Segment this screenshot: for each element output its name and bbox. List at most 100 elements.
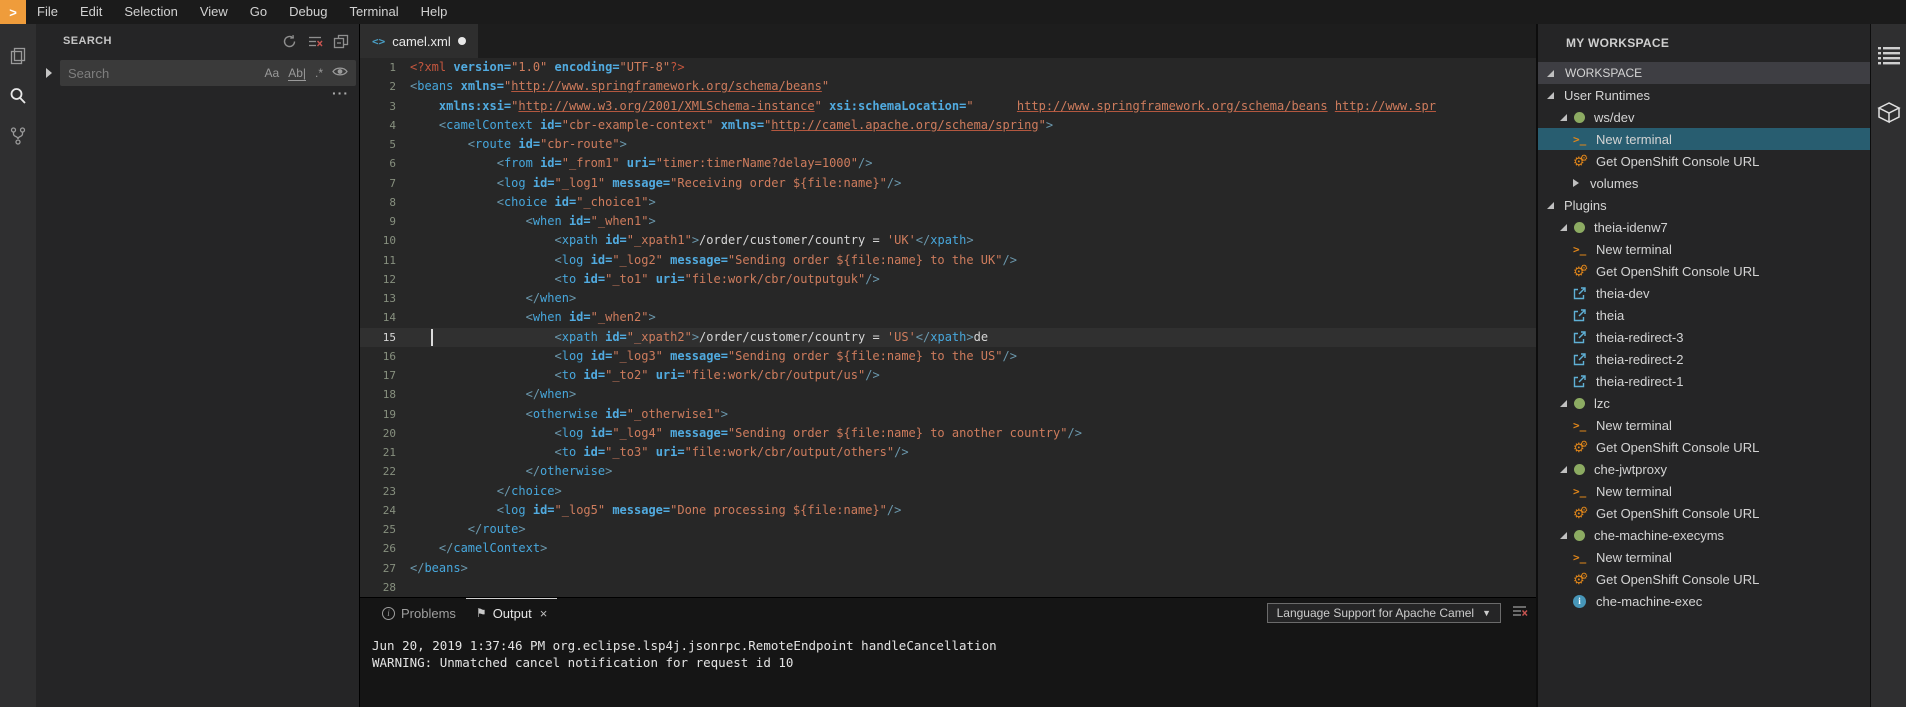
code-line[interactable]: 13 </when> — [360, 289, 1536, 308]
tree-item-volumes[interactable]: volumes — [1538, 172, 1870, 194]
tree-item-theia-redirect-2[interactable]: theia-redirect-2 — [1538, 348, 1870, 370]
expand-arrow-icon[interactable] — [1560, 224, 1567, 231]
tree-item-che-machine-exec[interactable]: iche-machine-exec — [1538, 590, 1870, 612]
code-line[interactable]: 10 <xpath id="_xpath1">/order/customer/c… — [360, 231, 1536, 250]
output-channel-select[interactable]: Language Support for Apache Camel ▼ — [1267, 603, 1501, 623]
close-icon[interactable]: × — [540, 606, 548, 621]
code-line[interactable]: 2<beans xmlns="http://www.springframewor… — [360, 77, 1536, 96]
explorer-files-icon[interactable] — [3, 36, 33, 76]
tree-item-che-jwtproxy[interactable]: che-jwtproxy — [1538, 458, 1870, 480]
tree-item-ws-dev[interactable]: ws/dev — [1538, 106, 1870, 128]
code-line[interactable]: 6 <from id="_from1" uri="timer:timerName… — [360, 154, 1536, 173]
bottom-tab-problems[interactable]: iProblems — [372, 598, 466, 628]
menu-go[interactable]: Go — [239, 0, 278, 24]
tab-camel-xml[interactable]: <> camel.xml — [360, 24, 478, 58]
code-line[interactable]: 9 <when id="_when1"> — [360, 212, 1536, 231]
tree-item-new-terminal[interactable]: >_New terminal — [1538, 128, 1870, 150]
menu-view[interactable]: View — [189, 0, 239, 24]
code-line[interactable]: 5 <route id="cbr-route"> — [360, 135, 1536, 154]
tree-item-plugins[interactable]: Plugins — [1538, 194, 1870, 216]
tree-item-new-terminal[interactable]: >_New terminal — [1538, 480, 1870, 502]
chevron-down-icon: ▼ — [1482, 608, 1491, 618]
search-input[interactable] — [60, 66, 265, 81]
menu-debug[interactable]: Debug — [278, 0, 338, 24]
expand-arrow-icon[interactable] — [1547, 70, 1554, 77]
stack-cube-icon[interactable] — [1874, 94, 1904, 134]
code-line[interactable]: 25 </route> — [360, 520, 1536, 539]
menu-selection[interactable]: Selection — [113, 0, 188, 24]
code-line[interactable]: 16 <log id="_log3" message="Sending orde… — [360, 347, 1536, 366]
tree-item-theia-redirect-3[interactable]: theia-redirect-3 — [1538, 326, 1870, 348]
tree-item-theia[interactable]: theia — [1538, 304, 1870, 326]
search-icon[interactable] — [3, 76, 33, 116]
menu-file[interactable]: File — [26, 0, 69, 24]
workspace-list-icon[interactable] — [1874, 36, 1904, 76]
code-line[interactable]: 17 <to id="_to2" uri="file:work/cbr/outp… — [360, 366, 1536, 385]
code-line[interactable]: 20 <log id="_log4" message="Sending orde… — [360, 424, 1536, 443]
tree-item-lzc[interactable]: lzc — [1538, 392, 1870, 414]
code-line[interactable]: 27</beans> — [360, 559, 1536, 578]
code-line[interactable]: 26 </camelContext> — [360, 539, 1536, 558]
code-line[interactable]: 15 <xpath id="_xpath2">/order/customer/c… — [360, 328, 1536, 347]
expand-arrow-icon[interactable] — [1560, 114, 1567, 121]
code-editor[interactable]: 1<?xml version="1.0" encoding="UTF-8"?>2… — [360, 58, 1536, 597]
tree-item-get-openshift-console-url[interactable]: ⚙⚙Get OpenShift Console URL — [1538, 150, 1870, 172]
tree-item-new-terminal[interactable]: >_New terminal — [1538, 546, 1870, 568]
source-control-icon[interactable] — [3, 116, 33, 156]
tree-item-theia-redirect-1[interactable]: theia-redirect-1 — [1538, 370, 1870, 392]
tree-item-theia-dev[interactable]: theia-dev — [1538, 282, 1870, 304]
whole-word-option[interactable]: Ab| — [288, 66, 306, 81]
code-line-content: <log id="_log2" message="Sending order $… — [410, 251, 1536, 270]
tree-item-get-openshift-console-url[interactable]: ⚙⚙Get OpenShift Console URL — [1538, 260, 1870, 282]
code-line[interactable]: 7 <log id="_log1" message="Receiving ord… — [360, 174, 1536, 193]
menu-edit[interactable]: Edit — [69, 0, 113, 24]
search-details-eye-option[interactable] — [332, 66, 348, 80]
output-log[interactable]: Jun 20, 2019 1:37:46 PM org.eclipse.lsp4… — [360, 628, 1536, 671]
code-line[interactable]: 18 </when> — [360, 385, 1536, 404]
collapse-arrow-icon[interactable] — [1573, 179, 1579, 187]
code-line[interactable]: 28 — [360, 578, 1536, 597]
search-more-icon[interactable]: ··· — [332, 88, 349, 98]
expand-arrow-icon[interactable] — [1560, 532, 1567, 539]
regex-option[interactable]: .* — [315, 66, 323, 80]
che-logo-icon[interactable]: > — [0, 0, 26, 24]
code-line[interactable]: 21 <to id="_to3" uri="file:work/cbr/outp… — [360, 443, 1536, 462]
code-line[interactable]: 14 <when id="_when2"> — [360, 308, 1536, 327]
output-flag-icon: ⚑ — [476, 606, 487, 620]
bottom-tab-output[interactable]: ⚑Output× — [466, 598, 557, 628]
code-line[interactable]: 23 </choice> — [360, 482, 1536, 501]
clear-search-results-icon[interactable] — [307, 34, 323, 49]
tree-item-new-terminal[interactable]: >_New terminal — [1538, 238, 1870, 260]
code-line[interactable]: 12 <to id="_to1" uri="file:work/cbr/outp… — [360, 270, 1536, 289]
menu-terminal[interactable]: Terminal — [338, 0, 409, 24]
code-line[interactable]: 24 <log id="_log5" message="Done process… — [360, 501, 1536, 520]
text-cursor — [431, 329, 433, 346]
code-line[interactable]: 1<?xml version="1.0" encoding="UTF-8"?> — [360, 58, 1536, 77]
workspace-section-header[interactable]: WORKSPACE — [1538, 62, 1870, 84]
expand-arrow-icon[interactable] — [1560, 466, 1567, 473]
clear-output-icon[interactable] — [1511, 603, 1528, 624]
code-line[interactable]: 19 <otherwise id="_otherwise1"> — [360, 405, 1536, 424]
dirty-indicator-icon[interactable] — [458, 37, 466, 45]
tree-item-che-machine-execyms[interactable]: che-machine-execyms — [1538, 524, 1870, 546]
collapse-all-icon[interactable] — [333, 33, 349, 49]
code-line-content: <route id="cbr-route"> — [410, 135, 1536, 154]
code-line[interactable]: 4 <camelContext id="cbr-example-context"… — [360, 116, 1536, 135]
tree-item-user-runtimes[interactable]: User Runtimes — [1538, 84, 1870, 106]
toggle-replace-icon[interactable] — [46, 68, 52, 78]
tree-item-new-terminal[interactable]: >_New terminal — [1538, 414, 1870, 436]
tree-item-get-openshift-console-url[interactable]: ⚙⚙Get OpenShift Console URL — [1538, 502, 1870, 524]
menu-help[interactable]: Help — [410, 0, 459, 24]
code-line[interactable]: 22 </otherwise> — [360, 462, 1536, 481]
expand-arrow-icon[interactable] — [1547, 92, 1554, 99]
tree-item-theia-idenw7[interactable]: theia-idenw7 — [1538, 216, 1870, 238]
expand-arrow-icon[interactable] — [1547, 202, 1554, 209]
expand-arrow-icon[interactable] — [1560, 400, 1567, 407]
match-case-option[interactable]: Aa — [265, 66, 280, 80]
tree-item-get-openshift-console-url[interactable]: ⚙⚙Get OpenShift Console URL — [1538, 436, 1870, 458]
refresh-icon[interactable] — [282, 34, 297, 49]
code-line[interactable]: 11 <log id="_log2" message="Sending orde… — [360, 251, 1536, 270]
code-line[interactable]: 3 xmlns:xsi="http://www.w3.org/2001/XMLS… — [360, 97, 1536, 116]
tree-item-get-openshift-console-url[interactable]: ⚙⚙Get OpenShift Console URL — [1538, 568, 1870, 590]
code-line[interactable]: 8 <choice id="_choice1"> — [360, 193, 1536, 212]
